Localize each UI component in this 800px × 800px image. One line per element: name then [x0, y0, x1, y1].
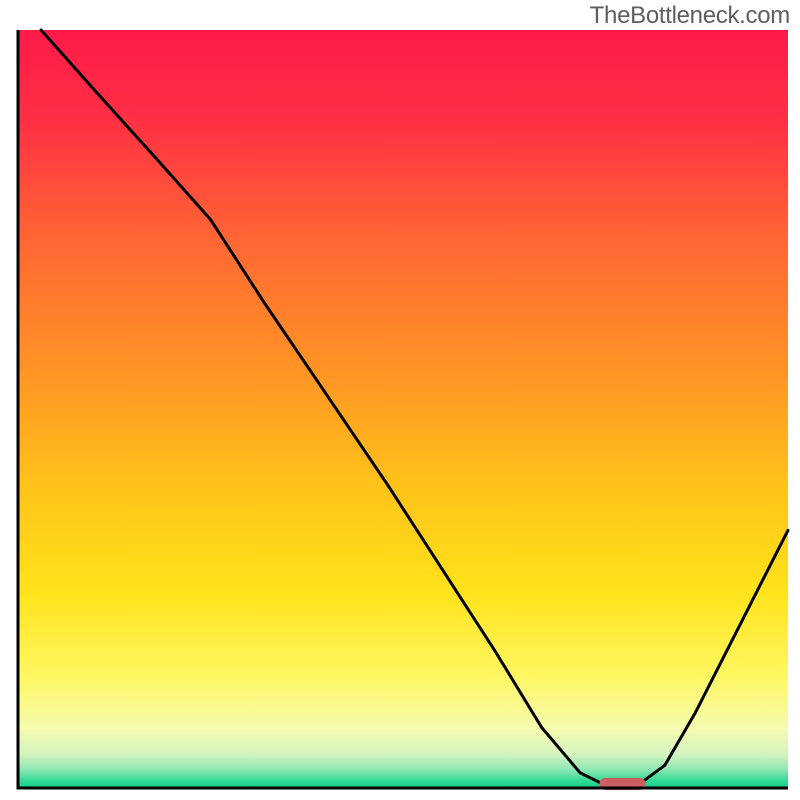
- chart-container: TheBottleneck.com: [0, 0, 800, 800]
- bottleneck-chart: [0, 0, 800, 800]
- watermark-text: TheBottleneck.com: [590, 2, 790, 30]
- gradient-background: [18, 30, 788, 788]
